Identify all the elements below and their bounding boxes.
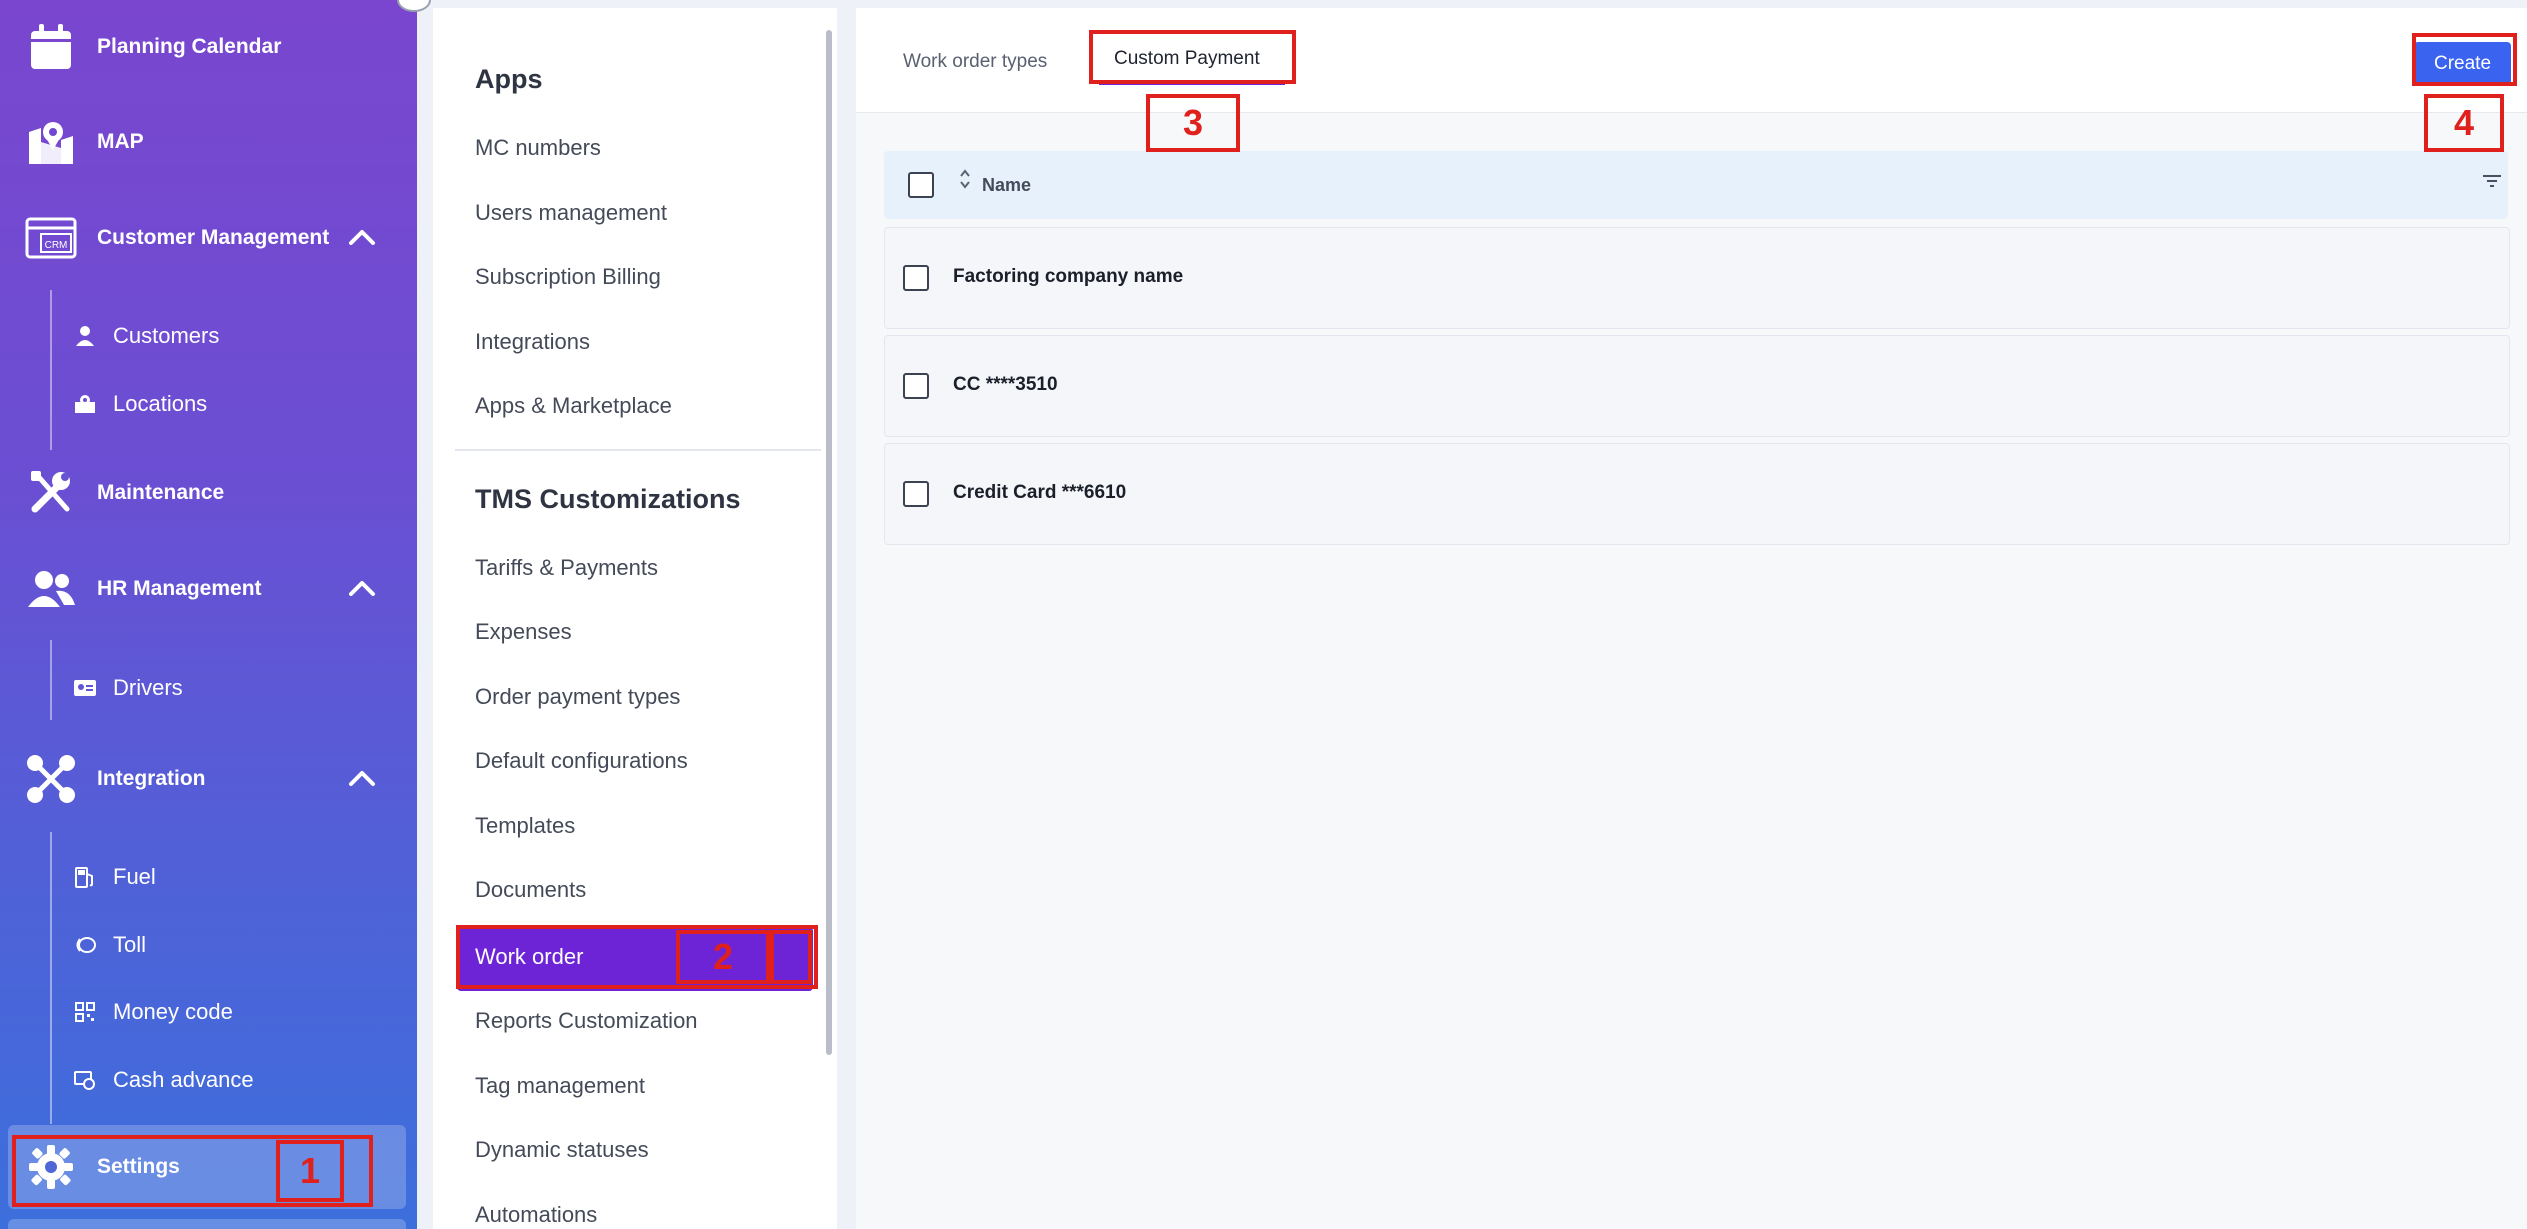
select-all-checkbox[interactable] [908, 172, 934, 198]
sidebar-next-item-partial[interactable] [8, 1219, 406, 1229]
table-row[interactable]: Credit Card ***6610 [884, 443, 2510, 545]
chevron-up-icon[interactable] [345, 221, 379, 255]
settings-menu: Apps MC numbers Users management Subscri… [433, 8, 837, 1229]
annotation-number-4: 4 [2424, 94, 2504, 152]
menu-item-subscription-billing[interactable]: Subscription Billing [475, 264, 661, 290]
annotation-number-1: 1 [276, 1140, 344, 1202]
menu-divider [455, 449, 821, 451]
crm-icon: CRM [24, 211, 78, 265]
sidebar-subitem-label: Money code [113, 999, 233, 1024]
menu-item-order-payment-types[interactable]: Order payment types [475, 684, 680, 710]
menu-item-dynamic-statuses[interactable]: Dynamic statuses [475, 1137, 649, 1163]
map-icon [24, 115, 78, 169]
sidebar-item-label: Maintenance [97, 481, 225, 504]
row-name: CC ****3510 [953, 374, 1058, 395]
sidebar-item-map[interactable]: MAP [0, 107, 417, 177]
sidebar-item-label: Planning Calendar [97, 35, 282, 58]
sidebar-subitem-cash-advance[interactable]: Cash advance [50, 1052, 410, 1108]
sidebar-subitem-label: Fuel [113, 864, 156, 889]
cash-advance-icon [72, 1067, 98, 1093]
column-header-name[interactable]: Name [982, 175, 1031, 196]
menu-item-expenses[interactable]: Expenses [475, 619, 572, 645]
qr-icon [72, 999, 98, 1025]
svg-text:CRM: CRM [45, 240, 68, 251]
table-row[interactable]: Factoring company name [884, 227, 2510, 329]
row-name: Credit Card ***6610 [953, 482, 1127, 503]
sidebar-collapse-handle[interactable] [397, 0, 431, 12]
main-sidebar: Planning Calendar MAP CRM Customer Manag… [0, 0, 431, 1229]
fuel-icon [72, 864, 98, 890]
menu-item-mc-numbers[interactable]: MC numbers [475, 135, 601, 161]
sidebar-item-label: Integration [97, 767, 206, 790]
menu-item-users-management[interactable]: Users management [475, 200, 667, 226]
menu-item-apps-marketplace[interactable]: Apps & Marketplace [475, 393, 672, 419]
sidebar-subitem-label: Drivers [113, 675, 183, 700]
sidebar-item-maintenance[interactable]: Maintenance [0, 458, 417, 528]
locations-icon [72, 391, 98, 417]
sidebar-subitem-label: Cash advance [113, 1067, 254, 1092]
sidebar-subitem-drivers[interactable]: Drivers [50, 660, 410, 716]
sidebar-item-planning-calendar[interactable]: Planning Calendar [0, 12, 417, 82]
tms-customizations-heading: TMS Customizations [475, 484, 741, 514]
annotation-box-4 [2412, 33, 2517, 86]
annotation-box-3 [1089, 30, 1296, 84]
row-name: Factoring company name [953, 266, 1184, 287]
menu-item-default-configurations[interactable]: Default configurations [475, 748, 688, 774]
menu-item-tariffs-payments[interactable]: Tariffs & Payments [475, 555, 658, 581]
chevron-up-icon[interactable] [345, 762, 379, 796]
row-checkbox[interactable] [903, 373, 929, 399]
sidebar-item-label: HR Management [97, 577, 262, 600]
sidebar-subitem-money-code[interactable]: Money code [50, 984, 410, 1040]
sidebar-item-customer-management[interactable]: CRM Customer Management [0, 203, 417, 273]
annotation-number-3: 3 [1146, 94, 1240, 152]
sort-icon[interactable] [958, 168, 972, 190]
row-checkbox[interactable] [903, 265, 929, 291]
sidebar-subitem-locations[interactable]: Locations [50, 376, 410, 432]
id-card-icon [72, 675, 98, 701]
menu-item-reports-customization[interactable]: Reports Customization [475, 1008, 698, 1034]
menu-item-tag-management[interactable]: Tag management [475, 1073, 645, 1099]
sidebar-item-label: MAP [97, 130, 144, 153]
sidebar-subitem-label: Customers [113, 323, 220, 348]
sidebar-subitem-label: Locations [113, 391, 208, 416]
menu-item-documents[interactable]: Documents [475, 877, 586, 903]
table-row[interactable]: CC ****3510 [884, 335, 2510, 437]
table-header: Name [884, 151, 2508, 219]
person-icon [72, 323, 98, 349]
integration-icon [24, 752, 78, 806]
sidebar-subitem-fuel[interactable]: Fuel [50, 849, 410, 905]
tab-work-order-types[interactable]: Work order types [903, 51, 1047, 73]
menu-item-templates[interactable]: Templates [475, 813, 575, 839]
toll-icon [72, 932, 98, 958]
annotation-number-2: 2 [676, 930, 770, 984]
menu-item-integrations[interactable]: Integrations [475, 329, 590, 355]
chevron-up-icon[interactable] [345, 572, 379, 606]
menu-item-automations[interactable]: Automations [475, 1202, 597, 1228]
menu-scrollbar[interactable] [826, 30, 832, 1055]
sidebar-subitem-toll[interactable]: Toll [50, 917, 410, 973]
sidebar-subitem-customers[interactable]: Customers [50, 308, 410, 364]
filter-icon[interactable] [2482, 173, 2502, 189]
annotation-box-2b [770, 930, 812, 984]
users-icon [24, 562, 78, 616]
sidebar-item-label: Customer Management [97, 226, 330, 249]
apps-heading: Apps [475, 64, 543, 94]
sidebar-subitem-label: Toll [113, 932, 147, 957]
sidebar-item-hr-management[interactable]: HR Management [0, 554, 417, 624]
main-panel: Work order types Custom Payment Create N… [856, 8, 2527, 1229]
sidebar-item-integration[interactable]: Integration [0, 744, 417, 814]
row-checkbox[interactable] [903, 481, 929, 507]
wrench-icon [24, 466, 78, 520]
calendar-icon [24, 20, 78, 74]
